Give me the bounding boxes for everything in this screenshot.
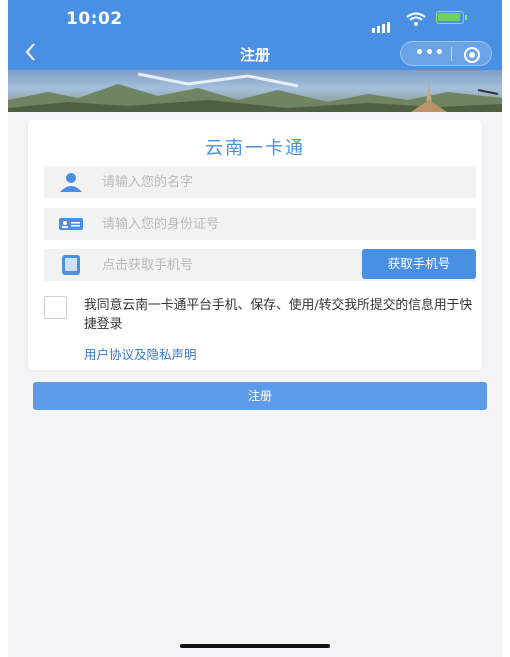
agreement-text: 我同意云南一卡通平台手机、保存、使用/转交我所提交的信息用于快捷登录: [84, 298, 473, 332]
id-field: [44, 208, 476, 240]
target-icon[interactable]: [463, 46, 481, 68]
name-input[interactable]: [102, 166, 352, 198]
status-time: 10:02: [66, 9, 123, 29]
wifi-icon: [406, 11, 426, 30]
status-bar: 10:02: [8, 0, 502, 36]
phone-icon: [58, 255, 84, 279]
agreement-link[interactable]: 用户协议及隐私声明: [84, 344, 197, 363]
home-indicator: [180, 644, 330, 648]
get-phone-button[interactable]: 获取手机号: [362, 249, 476, 279]
banner-image: [8, 70, 502, 112]
card-heading: 云南一卡通: [205, 138, 305, 159]
signal-icon: [372, 14, 392, 33]
capsule-divider: [451, 47, 452, 61]
register-card: 云南一卡通 获取手机号 我同意云南一卡通平台手机、保存、使用/转交我所提交的信息…: [28, 120, 482, 370]
phone-screen: 10:02 注册 ••• 云南一卡通 请输入您的名字 请输入您的身份证号 点击获…: [8, 0, 502, 657]
phone-input[interactable]: [102, 249, 352, 281]
nav-bar: 注册 •••: [8, 36, 502, 70]
id-number-input[interactable]: [102, 208, 352, 240]
agree-checkbox[interactable]: [44, 296, 67, 319]
user-icon: [58, 172, 84, 196]
name-field: [44, 166, 476, 198]
id-card-icon: [58, 214, 84, 238]
mini-program-capsule: •••: [400, 41, 492, 66]
battery-icon: [436, 11, 467, 24]
more-icon[interactable]: •••: [415, 45, 445, 61]
phone-field: 获取手机号: [44, 249, 476, 281]
register-button[interactable]: 注册: [33, 382, 487, 410]
